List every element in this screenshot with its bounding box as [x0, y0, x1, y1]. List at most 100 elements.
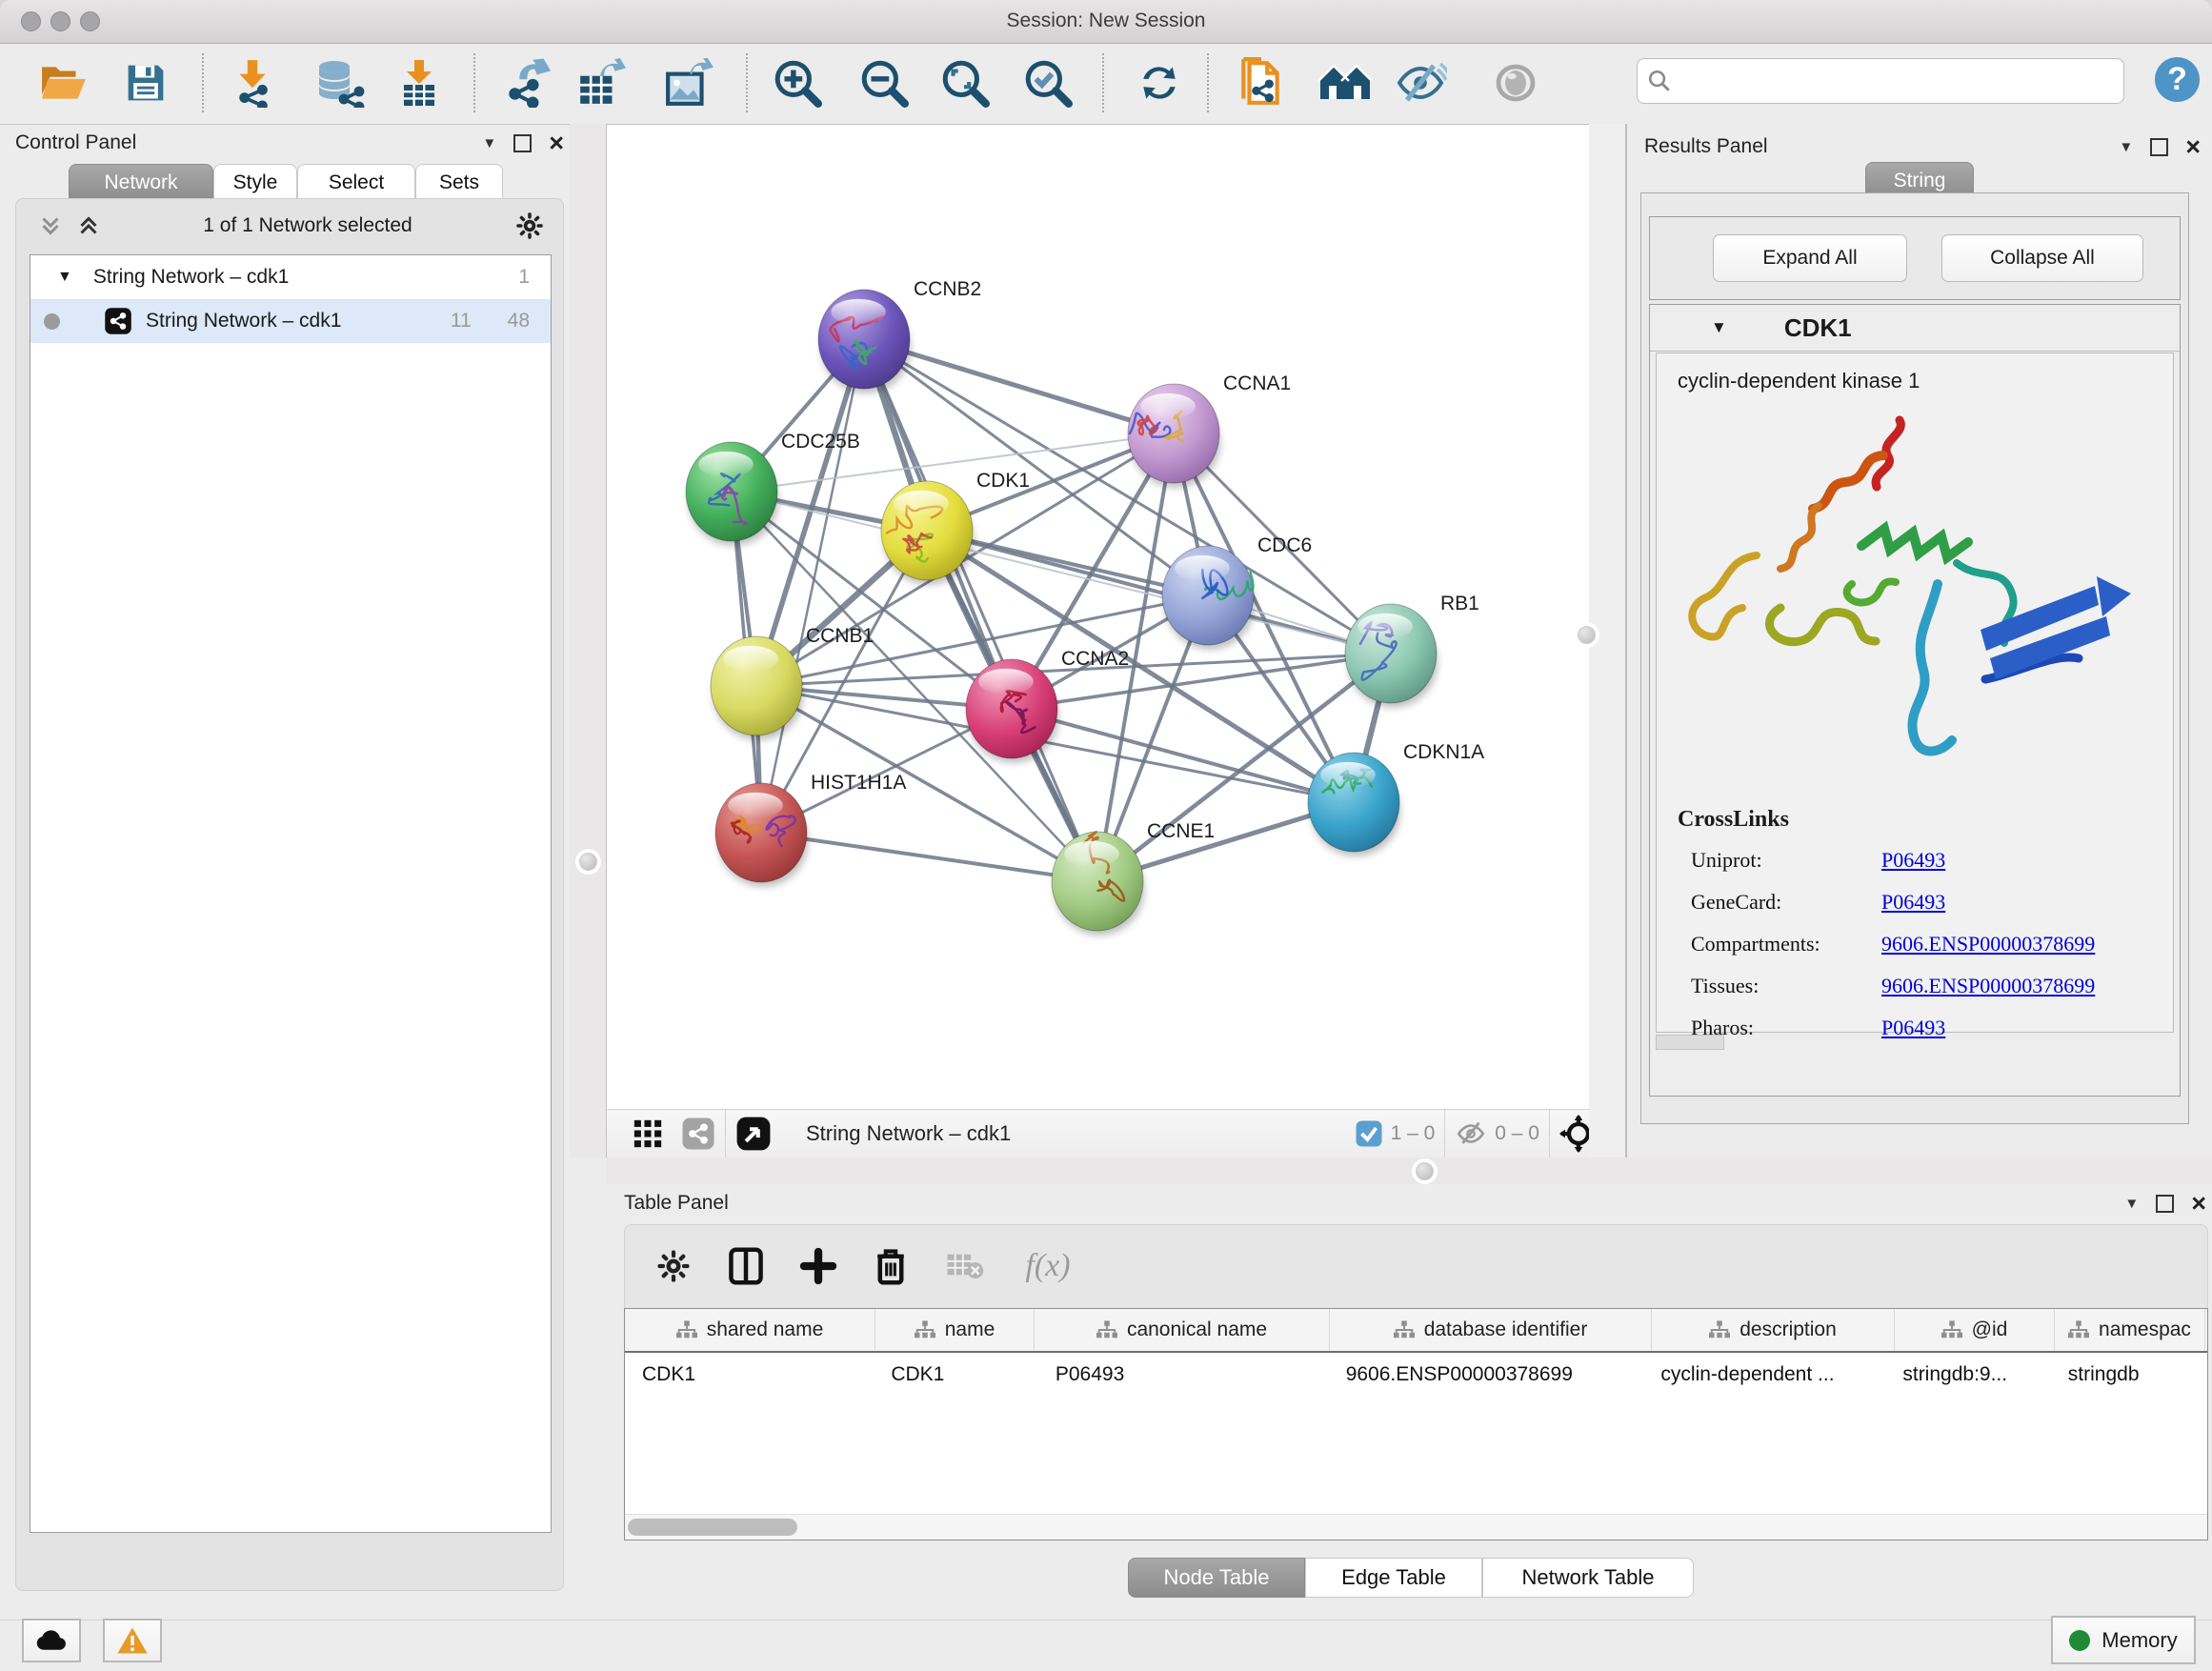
home-button[interactable]	[1317, 55, 1373, 111]
network-row-selected[interactable]: String Network – cdk1 11 48	[30, 299, 551, 343]
network-from-file-button[interactable]	[1234, 55, 1289, 111]
column-header-description[interactable]: description	[1652, 1309, 1895, 1351]
toggle-columns-button[interactable]	[718, 1238, 774, 1294]
collapse-all-icon[interactable]	[39, 214, 62, 237]
birdseye-view-icon[interactable]	[735, 1116, 772, 1152]
collapse-entry-icon[interactable]: ▼	[1711, 318, 1727, 337]
memory-button[interactable]: Memory	[2051, 1616, 2196, 1664]
table-row[interactable]: CDK1CDK1P064939606.ENSP00000378699cyclin…	[625, 1353, 2207, 1396]
export-table-button[interactable]	[573, 55, 629, 111]
import-table-file-button[interactable]	[392, 55, 447, 111]
crosslink-compartments[interactable]: 9606.ENSP00000378699	[1881, 932, 2173, 956]
node-RB1[interactable]: RB1	[1345, 593, 1479, 708]
zoom-out-button[interactable]	[856, 55, 912, 111]
network-canvas[interactable]: CCNB2CCNA1CDC25BCDK1CDC6RB1CCNB1CCNA2CDK…	[607, 125, 1619, 1109]
edge-CCNB2-CCNE1[interactable]	[864, 339, 1097, 881]
expand-all-icon[interactable]	[77, 214, 100, 237]
network-collection-row[interactable]: ▼ String Network – cdk1 1	[30, 255, 551, 299]
node-CCNE1[interactable]: CCNE1	[1052, 820, 1215, 936]
save-session-button[interactable]	[118, 55, 173, 111]
column-header-namespac[interactable]: namespac	[2055, 1309, 2205, 1351]
column-header-shared-name[interactable]: shared name	[625, 1309, 875, 1351]
cloud-status-button[interactable]	[22, 1619, 81, 1662]
tab-node-table[interactable]: Node Table	[1128, 1558, 1305, 1598]
tab-select[interactable]: Select	[297, 164, 415, 202]
search-input[interactable]	[1637, 58, 2124, 104]
column-header-database-identifier[interactable]: database identifier	[1330, 1309, 1652, 1351]
zoom-fit-button[interactable]	[937, 55, 993, 111]
edge-CDK1-RB1[interactable]	[927, 531, 1391, 654]
tab-network-table[interactable]: Network Table	[1482, 1558, 1694, 1598]
table-cell[interactable]: cyclin-dependent ...	[1643, 1353, 1885, 1396]
share-view-icon[interactable]	[681, 1117, 715, 1151]
crosslink-uniprot[interactable]: P06493	[1881, 848, 2173, 873]
splitter-handle[interactable]	[1578, 626, 1596, 644]
node-CDK1[interactable]: CDK1	[881, 470, 1030, 585]
show-all-button[interactable]	[1488, 55, 1543, 111]
node-CCNA2[interactable]: CCNA2	[966, 648, 1129, 763]
splitter-handle[interactable]	[1416, 1162, 1434, 1180]
float-panel-icon[interactable]	[513, 134, 532, 152]
panel-menu-icon[interactable]: ▼	[2124, 1196, 2139, 1212]
panel-menu-icon[interactable]: ▼	[482, 135, 496, 151]
node-CCNA1[interactable]: CCNA1	[1128, 372, 1291, 488]
close-panel-icon[interactable]: ×	[2185, 140, 2201, 154]
table-settings-button[interactable]	[646, 1238, 701, 1294]
horizontal-splitter[interactable]	[606, 1158, 2212, 1184]
left-splitter[interactable]	[570, 124, 606, 1158]
float-panel-icon[interactable]	[2156, 1195, 2174, 1213]
column-header-canonical-name[interactable]: canonical name	[1035, 1309, 1330, 1351]
splitter-handle[interactable]	[579, 853, 597, 871]
column-header-name[interactable]: name	[875, 1309, 1035, 1351]
export-network-button[interactable]	[498, 55, 553, 111]
panel-menu-icon[interactable]: ▼	[2119, 139, 2133, 155]
delete-column-button[interactable]	[863, 1238, 918, 1294]
edge-CCNB2-HIST1H1A[interactable]	[761, 339, 864, 833]
node-HIST1H1A[interactable]: HIST1H1A	[715, 772, 906, 887]
float-panel-icon[interactable]	[2150, 138, 2168, 156]
table-cell[interactable]: 9606.ENSP00000378699	[1329, 1353, 1644, 1396]
node-CDKN1A[interactable]: CDKN1A	[1308, 741, 1484, 856]
collapse-all-button[interactable]: Collapse All	[1941, 234, 2143, 282]
refresh-view-button[interactable]	[1132, 55, 1187, 111]
warning-status-button[interactable]	[103, 1619, 162, 1662]
table-cell[interactable]: P06493	[1038, 1353, 1329, 1396]
selected-checkbox-icon[interactable]	[1355, 1119, 1383, 1148]
close-panel-icon[interactable]: ×	[549, 136, 564, 151]
tab-network[interactable]: Network	[69, 164, 213, 202]
crosslink-tissues[interactable]: 9606.ENSP00000378699	[1881, 974, 2173, 998]
zoom-in-button[interactable]	[770, 55, 825, 111]
table-cell[interactable]: stringdb	[2051, 1353, 2207, 1396]
expand-all-button[interactable]: Expand All	[1713, 234, 1907, 282]
help-button[interactable]: ?	[2155, 57, 2200, 102]
add-column-button[interactable]	[791, 1238, 846, 1294]
table-cell[interactable]: CDK1	[874, 1353, 1038, 1396]
grid-view-icon[interactable]	[632, 1117, 664, 1150]
zoom-selected-button[interactable]	[1020, 55, 1076, 111]
column-header--id[interactable]: @id	[1895, 1309, 2055, 1351]
table-hscrollbar[interactable]	[625, 1514, 2207, 1540]
export-image-button[interactable]	[661, 55, 716, 111]
crosslink-genecard[interactable]: P06493	[1881, 890, 2173, 915]
tab-sets[interactable]: Sets	[415, 164, 503, 202]
table-cell[interactable]: CDK1	[625, 1353, 874, 1396]
crosslink-pharos[interactable]: P06493	[1881, 1016, 2173, 1040]
hide-selected-button[interactable]	[1394, 55, 1449, 111]
expander-icon[interactable]: ▼	[57, 269, 72, 286]
tab-edge-table[interactable]: Edge Table	[1305, 1558, 1482, 1598]
function-builder-button[interactable]: f(x)	[1010, 1238, 1086, 1294]
right-splitter[interactable]	[1589, 124, 1625, 1158]
close-panel-icon[interactable]: ×	[2191, 1197, 2206, 1211]
tab-style[interactable]: Style	[213, 164, 297, 202]
table-hscroll-thumb[interactable]	[628, 1519, 797, 1536]
open-session-button[interactable]	[36, 55, 91, 111]
node-CCNB2[interactable]: CCNB2	[818, 278, 981, 393]
hidden-eye-icon[interactable]	[1455, 1117, 1487, 1150]
delete-table-button[interactable]	[937, 1238, 993, 1294]
import-network-database-button[interactable]	[312, 55, 368, 111]
import-network-file-button[interactable]	[225, 55, 280, 111]
table-cell[interactable]: stringdb:9...	[1885, 1353, 2050, 1396]
results-hscroll-thumb[interactable]	[1656, 1035, 1724, 1050]
gear-icon[interactable]	[515, 211, 544, 240]
edge-HIST1H1A-CCNE1[interactable]	[761, 833, 1097, 881]
